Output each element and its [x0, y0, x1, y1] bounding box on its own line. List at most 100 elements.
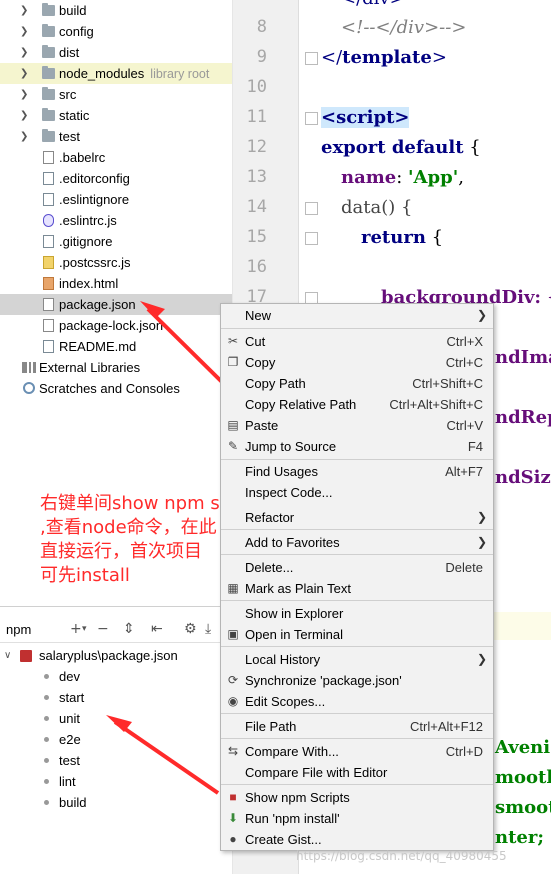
- menu-item-find-usages[interactable]: Find Usages Alt+F7: [221, 461, 493, 482]
- tree-item-readme[interactable]: README.md: [0, 336, 232, 357]
- tree-item-config[interactable]: ❯ config: [0, 21, 232, 42]
- tree-item-src[interactable]: ❯ src: [0, 84, 232, 105]
- fold-marker[interactable]: [305, 232, 318, 245]
- npm-script-item[interactable]: test: [0, 750, 220, 771]
- code-line-15: return {: [361, 227, 443, 248]
- line-number: 15: [246, 227, 267, 247]
- menu-item-copy[interactable]: ❐ Copy Ctrl+C: [221, 352, 493, 373]
- tree-item-test[interactable]: ❯ test: [0, 126, 232, 147]
- tree-item-label: Scratches and Consoles: [39, 381, 180, 396]
- menu-item-delete[interactable]: Delete... Delete: [221, 557, 493, 578]
- code-token: {: [463, 137, 481, 158]
- chevron-right-icon[interactable]: ❯: [20, 105, 30, 126]
- collapse-all-icon[interactable]: ⇤: [151, 620, 163, 638]
- script-bullet-icon: [44, 737, 49, 742]
- fold-marker[interactable]: [305, 112, 318, 125]
- tree-item-package-lock[interactable]: package-lock.json: [0, 315, 232, 336]
- chevron-right-icon: ❯: [476, 535, 487, 549]
- dropdown-icon[interactable]: ▾: [82, 620, 87, 638]
- menu-separator: [221, 459, 493, 460]
- chevron-right-icon[interactable]: ❯: [20, 126, 30, 147]
- tree-item-scratches[interactable]: Scratches and Consoles: [0, 378, 232, 399]
- folder-icon: [42, 129, 55, 142]
- tree-item-external-libraries[interactable]: External Libraries: [0, 357, 232, 378]
- tree-item-label: config: [59, 24, 94, 39]
- menu-item-compare-with[interactable]: ⇆ Compare With... Ctrl+D: [221, 741, 493, 762]
- npm-script-item[interactable]: lint: [0, 771, 220, 792]
- menu-item-add-to-favorites[interactable]: Add to Favorites ❯: [221, 532, 493, 553]
- npm-script-item[interactable]: build: [0, 792, 220, 813]
- pencil-icon: ✎: [227, 439, 239, 453]
- code-token: {: [425, 227, 444, 248]
- tree-item-postcssrc[interactable]: .postcssrc.js: [0, 252, 232, 273]
- gear-icon[interactable]: ⚙: [184, 620, 197, 638]
- tree-item-index-html[interactable]: index.html: [0, 273, 232, 294]
- menu-item-synchronize[interactable]: ⟳ Synchronize 'package.json': [221, 670, 493, 691]
- menu-item-show-in-explorer[interactable]: Show in Explorer: [221, 603, 493, 624]
- menu-item-paste[interactable]: ▤ Paste Ctrl+V: [221, 415, 493, 436]
- clipboard-icon: ▤: [227, 418, 239, 432]
- menu-item-refactor[interactable]: Refactor ❯: [221, 507, 493, 528]
- menu-separator: [221, 600, 493, 601]
- menu-item-copy-relative-path[interactable]: Copy Relative Path Ctrl+Alt+Shift+C: [221, 394, 493, 415]
- menu-item-edit-scopes[interactable]: ◉ Edit Scopes...: [221, 691, 493, 712]
- tree-item-gitignore[interactable]: .gitignore: [0, 231, 232, 252]
- menu-item-copy-path[interactable]: Copy Path Ctrl+Shift+C: [221, 373, 493, 394]
- tree-item-dist[interactable]: ❯ dist: [0, 42, 232, 63]
- chevron-right-icon[interactable]: ❯: [20, 0, 30, 21]
- script-bullet-icon: [44, 779, 49, 784]
- npm-script-item[interactable]: unit: [0, 708, 220, 729]
- menu-item-compare-file-with-editor[interactable]: Compare File with Editor: [221, 762, 493, 783]
- fold-marker[interactable]: [305, 52, 318, 65]
- npm-script-item[interactable]: e2e: [0, 729, 220, 750]
- tree-item-editorconfig[interactable]: .editorconfig: [0, 168, 232, 189]
- menu-item-jump-to-source[interactable]: ✎ Jump to Source F4: [221, 436, 493, 457]
- add-icon[interactable]: +: [70, 620, 82, 638]
- tree-item-label: test: [59, 129, 80, 144]
- expand-all-icon[interactable]: ⇕: [123, 620, 135, 638]
- tree-item-label: README.md: [59, 339, 137, 354]
- menu-item-cut[interactable]: ✂ Cut Ctrl+X: [221, 331, 493, 352]
- tree-item-build[interactable]: ❯ build: [0, 0, 232, 21]
- menu-item-new[interactable]: New ❯: [221, 305, 493, 326]
- chevron-right-icon[interactable]: ❯: [20, 42, 30, 63]
- minimize-icon[interactable]: ⤓: [205, 620, 211, 638]
- menu-label: Local History: [245, 652, 321, 667]
- chevron-down-icon[interactable]: ∨: [4, 645, 11, 666]
- fold-marker[interactable]: [305, 202, 318, 215]
- watermark: https://blog.csdn.net/qq_40980455: [296, 849, 507, 863]
- chevron-right-icon[interactable]: ❯: [20, 84, 30, 105]
- menu-item-run-npm-install[interactable]: ⬇ Run 'npm install': [221, 808, 493, 829]
- menu-item-inspect-code[interactable]: Inspect Code...: [221, 482, 493, 503]
- npm-root-package[interactable]: ∨ salaryplus\package.json: [0, 645, 220, 666]
- minus-icon[interactable]: −: [97, 620, 109, 638]
- chevron-right-icon[interactable]: ❯: [20, 21, 30, 42]
- npm-script-label: dev: [59, 669, 80, 684]
- menu-item-file-path[interactable]: File Path Ctrl+Alt+F12: [221, 716, 493, 737]
- tree-item-eslintignore[interactable]: .eslintignore: [0, 189, 232, 210]
- menu-label: Compare File with Editor: [245, 765, 388, 780]
- menu-item-show-npm-scripts[interactable]: ■ Show npm Scripts: [221, 787, 493, 808]
- menu-label: Synchronize 'package.json': [245, 673, 402, 688]
- npm-script-item[interactable]: dev: [0, 666, 220, 687]
- tree-item-package-json[interactable]: package.json: [0, 294, 232, 315]
- folder-icon: [42, 108, 55, 121]
- menu-item-local-history[interactable]: Local History ❯: [221, 649, 493, 670]
- line-number: 9: [256, 47, 267, 67]
- menu-label: Show in Explorer: [245, 606, 344, 621]
- tree-item-label: build: [59, 3, 87, 18]
- line-number: 13: [246, 167, 267, 187]
- menu-item-mark-as-plain-text[interactable]: ▦ Mark as Plain Text: [221, 578, 493, 599]
- npm-script-item[interactable]: start: [0, 687, 220, 708]
- line-number: 14: [246, 197, 267, 217]
- menu-item-create-gist[interactable]: ● Create Gist...: [221, 829, 493, 850]
- tree-item-eslintrc[interactable]: .eslintrc.js: [0, 210, 232, 231]
- menu-separator: [221, 738, 493, 739]
- tree-item-static[interactable]: ❯ static: [0, 105, 232, 126]
- tree-item-babelrc[interactable]: .babelrc: [0, 147, 232, 168]
- menu-item-open-in-terminal[interactable]: ▣ Open in Terminal: [221, 624, 493, 645]
- tree-item-node-modules[interactable]: ❯ node_modules library root: [0, 63, 232, 84]
- chevron-right-icon[interactable]: ❯: [20, 63, 30, 84]
- code-fragment: moothi: [495, 767, 551, 788]
- menu-label: Cut: [245, 334, 266, 349]
